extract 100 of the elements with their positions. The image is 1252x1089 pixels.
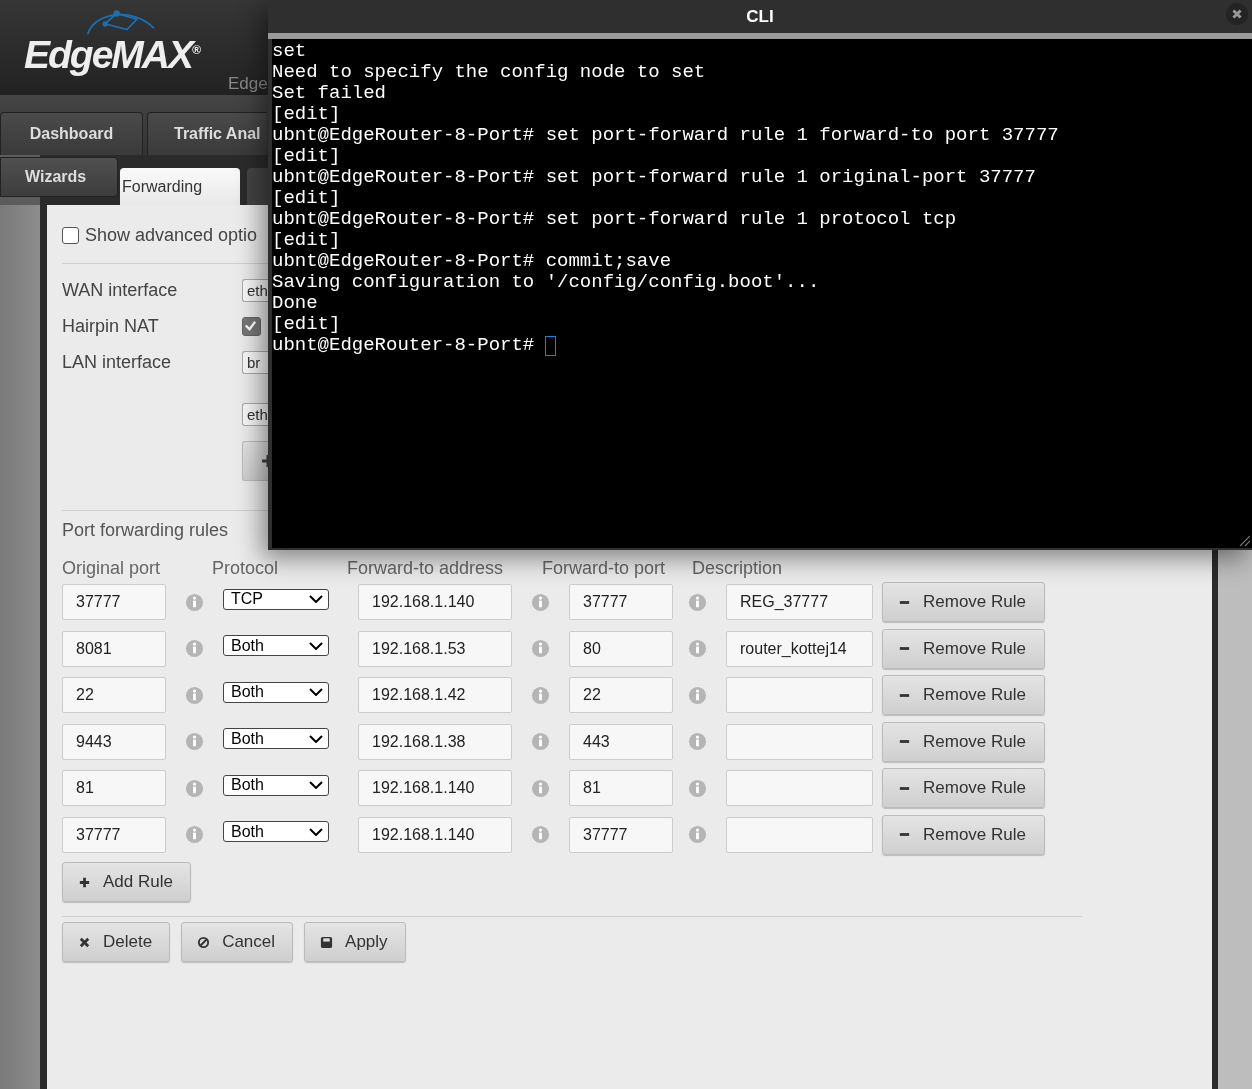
column-header: Original port <box>62 557 162 579</box>
nav-tab[interactable]: Traffic Anal <box>147 112 267 155</box>
remove-rule-button[interactable]: Remove Rule <box>882 721 1045 762</box>
info-icon[interactable] <box>185 825 204 845</box>
info-icon[interactable] <box>688 778 707 798</box>
setting-label: Hairpin NAT <box>62 315 160 337</box>
info-icon[interactable] <box>688 732 707 752</box>
address-field[interactable]: 192.168.1.140 <box>358 816 512 853</box>
close-button[interactable] <box>1226 3 1248 25</box>
remove-rule-button[interactable]: Remove Rule <box>882 768 1045 809</box>
wizards-tab[interactable]: Wizards <box>0 157 118 197</box>
column-header: Description <box>692 557 783 579</box>
port-field[interactable]: 37777 <box>569 816 673 853</box>
port-field[interactable]: 22 <box>569 677 673 714</box>
port-field[interactable]: 37777 <box>62 584 166 621</box>
interface-field[interactable]: eth <box>242 278 269 302</box>
protocol-select[interactable]: Both <box>223 728 329 750</box>
terminal-line: [edit] <box>272 146 341 167</box>
info-icon[interactable] <box>185 639 204 659</box>
address-field[interactable]: 192.168.1.140 <box>358 584 512 621</box>
info-icon[interactable] <box>531 592 550 612</box>
info-icon[interactable] <box>185 778 204 798</box>
address-field[interactable]: 192.168.1.140 <box>358 770 512 807</box>
address-field[interactable]: 192.168.1.38 <box>358 723 512 760</box>
description-field[interactable]: REG_37777 <box>726 584 873 621</box>
description-field[interactable]: router_kottej14 <box>726 630 873 667</box>
description-field[interactable] <box>726 816 873 853</box>
port-field[interactable]: 37777 <box>62 816 166 853</box>
terminal-line: [edit] <box>272 104 341 125</box>
plus-icon <box>78 875 91 889</box>
port-field[interactable]: 8081 <box>62 630 166 667</box>
terminal-line: Saving configuration to '/config/config.boot'... <box>272 272 820 293</box>
info-icon[interactable] <box>531 778 550 798</box>
info-icon[interactable] <box>688 592 707 612</box>
info-icon[interactable] <box>531 685 550 705</box>
chevron-down-icon <box>309 688 323 697</box>
chevron-down-icon <box>309 827 323 836</box>
checkbox[interactable] <box>62 226 79 244</box>
action-button[interactable]: Cancel <box>181 922 294 962</box>
remove-rule-button[interactable]: Remove Rule <box>882 814 1045 855</box>
description-field[interactable] <box>726 770 873 807</box>
save-icon <box>320 935 334 949</box>
port-field[interactable]: 80 <box>569 630 673 667</box>
chevron-down-icon <box>309 781 323 790</box>
checkbox[interactable] <box>242 316 261 336</box>
add-interface-button[interactable] <box>242 441 268 481</box>
remove-rule-button[interactable]: Remove Rule <box>882 582 1045 623</box>
port-field[interactable]: 81 <box>569 770 673 807</box>
page-tab[interactable] <box>247 168 270 205</box>
info-icon[interactable] <box>688 825 707 845</box>
info-icon[interactable] <box>531 639 550 659</box>
info-icon[interactable] <box>185 732 204 752</box>
terminal-line: ubnt@EdgeRouter-8-Port# commit;save <box>272 251 672 272</box>
info-icon[interactable] <box>531 732 550 752</box>
column-header: Forward-to address <box>347 557 505 579</box>
address-field[interactable]: 192.168.1.53 <box>358 630 512 667</box>
info-icon[interactable] <box>688 639 707 659</box>
terminal-line: [edit] <box>272 230 341 251</box>
remove-rule-button[interactable]: Remove Rule <box>882 628 1045 669</box>
port-field[interactable]: 443 <box>569 723 673 760</box>
terminal-line: ubnt@EdgeRouter-8-Port# set port-forward rule 1 original-port 37777 <box>272 167 1036 188</box>
protocol-select[interactable]: Both <box>223 774 329 796</box>
info-icon[interactable] <box>531 825 550 845</box>
page-tab[interactable]: Forwarding <box>120 168 240 205</box>
add-rule-button[interactable]: Add Rule <box>62 862 191 902</box>
resize-grip-icon[interactable] <box>1238 534 1250 546</box>
action-button[interactable]: Delete <box>62 922 171 962</box>
interface-field[interactable]: eth <box>242 402 269 426</box>
info-icon[interactable] <box>185 685 204 705</box>
info-icon[interactable] <box>185 592 204 612</box>
header-subtitle: Edge <box>228 74 268 94</box>
remove-rule-button[interactable]: Remove Rule <box>882 675 1045 716</box>
description-field[interactable] <box>726 677 873 714</box>
terminal-line: ubnt@EdgeRouter-8-Port# set port-forward rule 1 protocol tcp <box>272 209 957 230</box>
port-field[interactable]: 37777 <box>569 584 673 621</box>
terminal-line: Done <box>272 293 318 314</box>
terminal-line: [edit] <box>272 188 341 209</box>
column-header: Forward-to port <box>542 557 667 579</box>
cross-icon <box>78 935 91 949</box>
description-field[interactable] <box>726 723 873 760</box>
close-icon <box>1231 8 1243 20</box>
port-field[interactable]: 9443 <box>62 723 166 760</box>
setting-label: LAN interface <box>62 351 173 373</box>
protocol-select[interactable]: Both <box>223 681 329 703</box>
interface-field[interactable]: br <box>242 350 269 374</box>
info-icon[interactable] <box>688 685 707 705</box>
address-field[interactable]: 192.168.1.42 <box>358 677 512 714</box>
checkbox-label: Show advanced optio <box>85 224 258 246</box>
chevron-down-icon <box>309 641 323 650</box>
terminal-line: set <box>272 41 307 62</box>
protocol-select[interactable]: Both <box>223 635 329 657</box>
protocol-select[interactable]: TCP <box>223 588 329 610</box>
port-field[interactable]: 81 <box>62 770 166 807</box>
action-button[interactable]: Apply <box>304 922 406 962</box>
column-header: Protocol <box>212 557 280 579</box>
chevron-down-icon <box>309 734 323 743</box>
port-field[interactable]: 22 <box>62 677 166 714</box>
terminal-line: Need to specify the config node to set <box>272 62 706 83</box>
protocol-select[interactable]: Both <box>223 821 329 843</box>
nav-tab[interactable]: Dashboard <box>0 112 143 155</box>
